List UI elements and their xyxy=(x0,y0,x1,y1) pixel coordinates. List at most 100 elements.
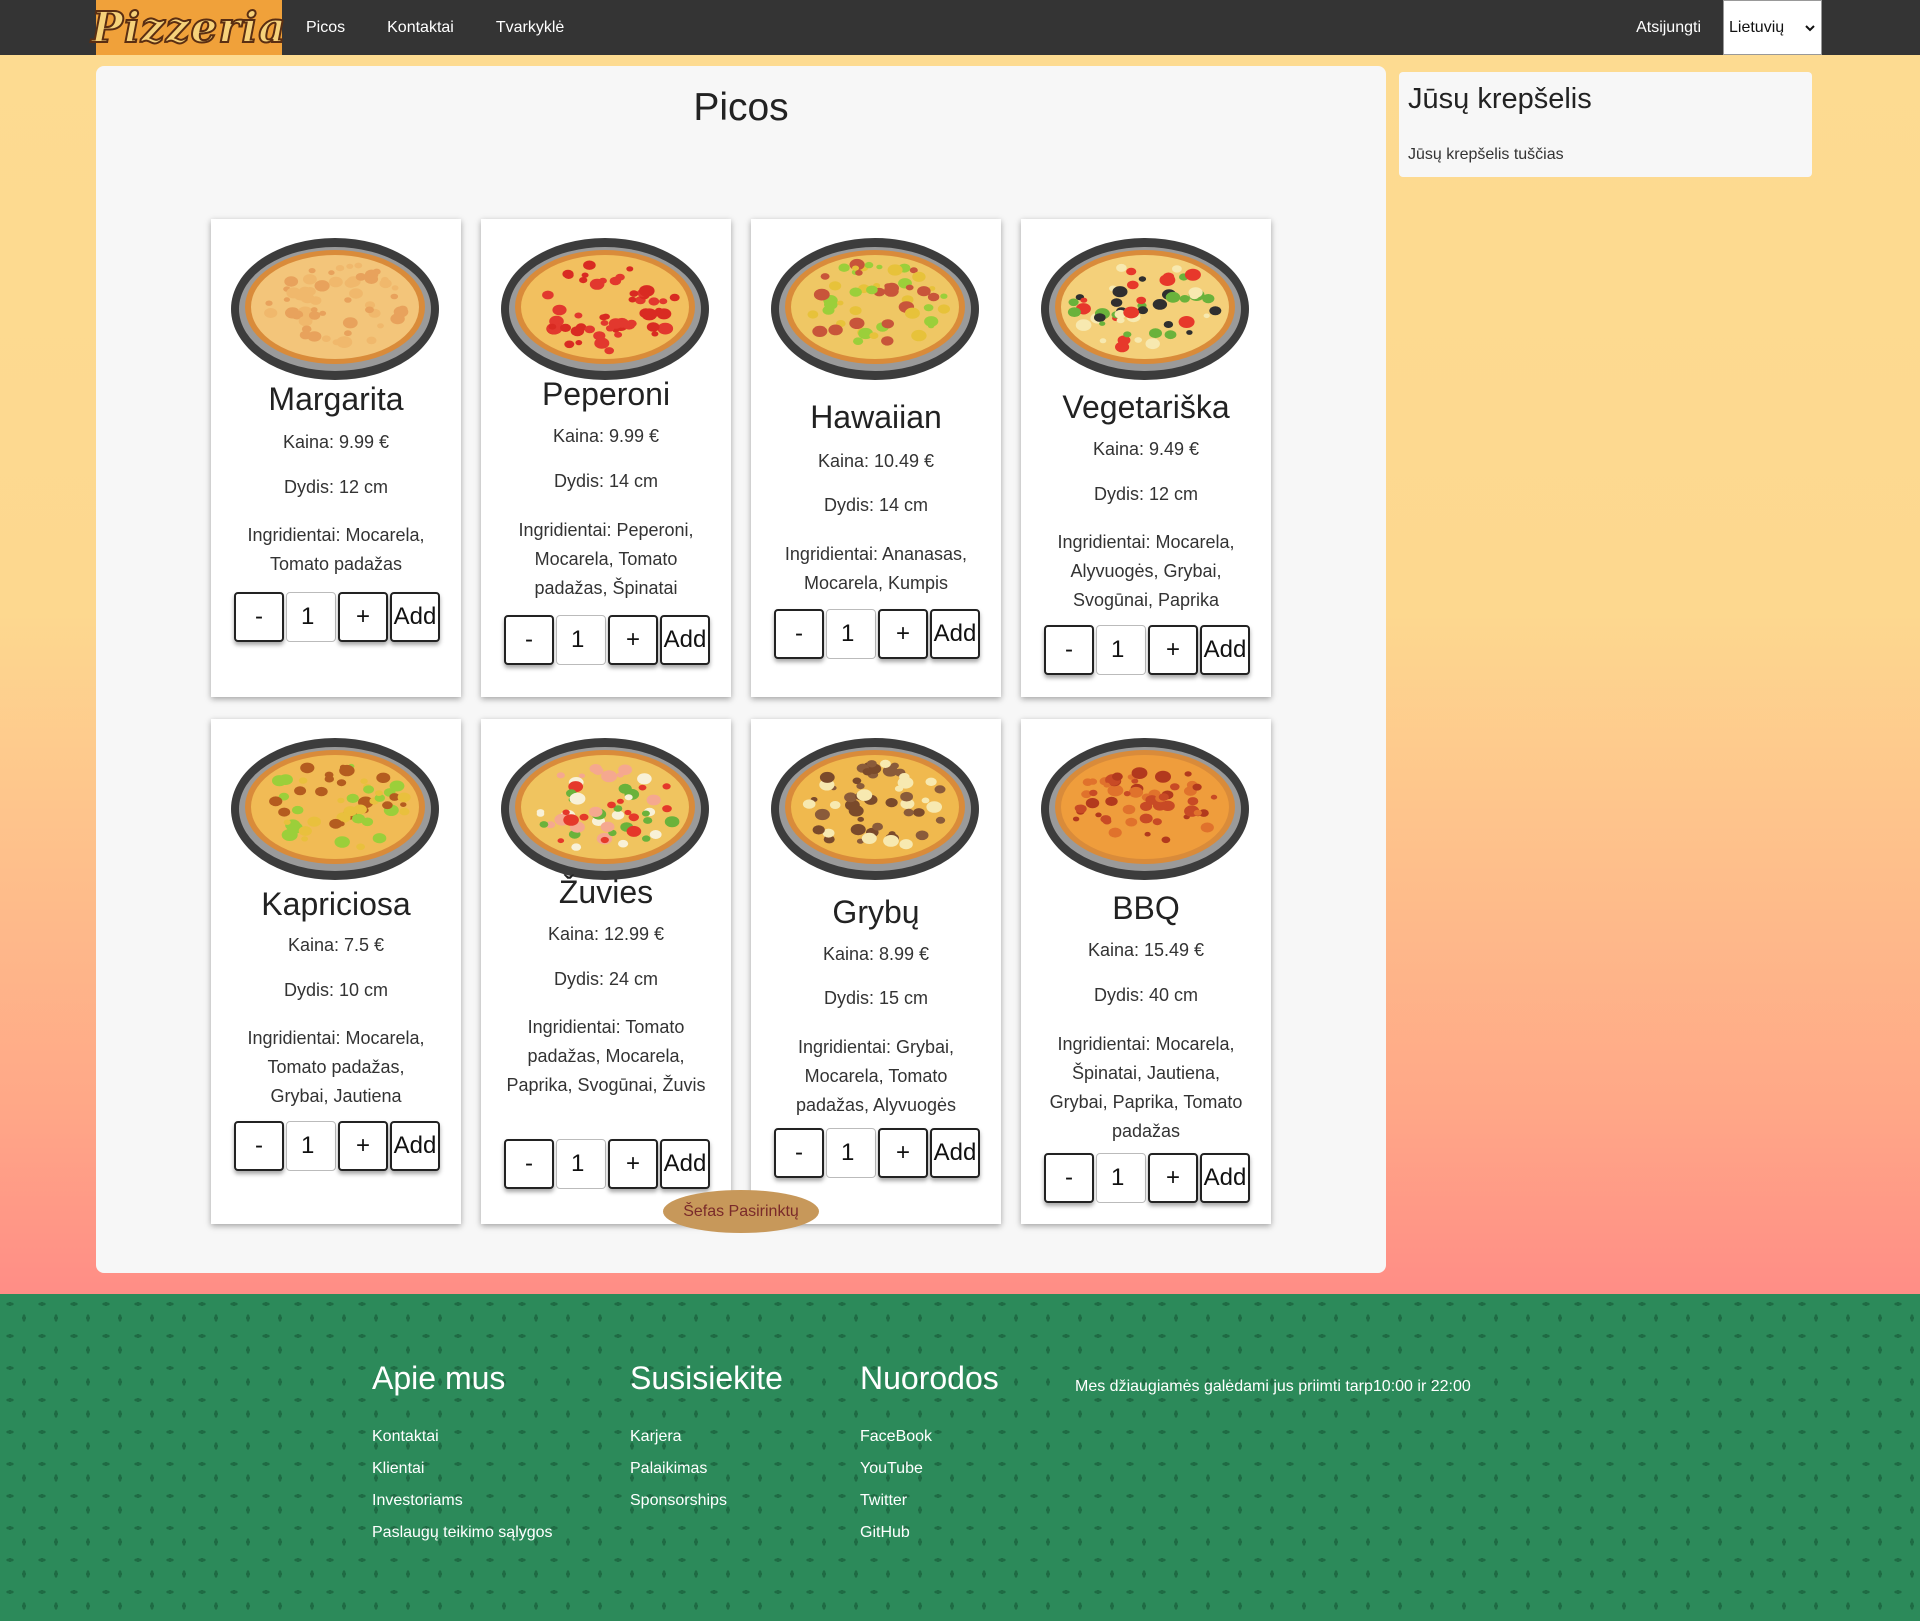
quantity-input[interactable]: 1 xyxy=(286,1121,336,1171)
pizza-size: Dydis: 14 cm xyxy=(823,495,929,515)
quantity-controls: - 1 + Add xyxy=(504,1139,710,1189)
language-select-value: Lietuvių xyxy=(1729,18,1785,36)
pizza-card: Vegetariška Kaina: 9.49 € Dydis: 12 cm I… xyxy=(1021,219,1271,697)
footer-link-investoriams[interactable]: Investoriams xyxy=(372,1492,463,1510)
pizza-image xyxy=(500,237,710,381)
nav-link-kontaktai[interactable]: Kontaktai xyxy=(366,19,475,37)
decrease-button[interactable]: - xyxy=(234,592,284,642)
pizza-card: Kapriciosa Kaina: 7.5 € Dydis: 10 cm Ing… xyxy=(211,719,461,1224)
logout-link[interactable]: Atsijungti xyxy=(1636,19,1701,37)
pizza-card: BBQ Kaina: 15.49 € Dydis: 40 cm Ingridie… xyxy=(1021,719,1271,1224)
decrease-button[interactable]: - xyxy=(1044,625,1094,675)
pizza-size: Dydis: 10 cm xyxy=(283,980,389,1000)
pizza-price: Kaina: 7.5 € xyxy=(287,935,385,955)
add-to-cart-button[interactable]: Add xyxy=(390,592,440,642)
pizza-card: Peperoni Kaina: 9.99 € Dydis: 14 cm Ingr… xyxy=(481,219,731,697)
footer-link-youtube[interactable]: YouTube xyxy=(860,1460,923,1478)
footer-link-salygos[interactable]: Paslaugų teikimo sąlygos xyxy=(372,1524,553,1542)
add-to-cart-button[interactable]: Add xyxy=(1200,1153,1250,1203)
quantity-input[interactable]: 1 xyxy=(286,592,336,642)
quantity-input[interactable]: 1 xyxy=(1096,625,1146,675)
increase-button[interactable]: + xyxy=(1148,625,1198,675)
decrease-button[interactable]: - xyxy=(234,1121,284,1171)
footer-link-sponsorships[interactable]: Sponsorships xyxy=(630,1492,727,1510)
decrease-button[interactable]: - xyxy=(774,1128,824,1178)
language-select[interactable]: Lietuvių xyxy=(1723,0,1822,55)
logo-text: Pizzeria xyxy=(90,2,287,53)
footer-link-facebook[interactable]: FaceBook xyxy=(860,1428,932,1446)
pizza-ingredients: Ingridientai: Peperoni, Mocarela, Tomato… xyxy=(518,520,694,598)
increase-button[interactable]: + xyxy=(338,1121,388,1171)
footer-link-karjera[interactable]: Karjera xyxy=(630,1428,682,1446)
increase-button[interactable]: + xyxy=(608,615,658,665)
add-to-cart-button[interactable]: Add xyxy=(660,1139,710,1189)
increase-button[interactable]: + xyxy=(338,592,388,642)
footer-link-twitter[interactable]: Twitter xyxy=(860,1492,907,1510)
pizza-size: Dydis: 12 cm xyxy=(283,477,389,497)
quantity-controls: - 1 + Add xyxy=(1044,625,1250,675)
decrease-button[interactable]: - xyxy=(504,615,554,665)
pizza-name: Margarita xyxy=(268,381,404,417)
add-to-cart-button[interactable]: Add xyxy=(1200,625,1250,675)
pizza-ingredients: Ingridientai: Mocarela, Tomato padažas, … xyxy=(247,1028,425,1106)
pizza-card: Hawaiian Kaina: 10.49 € Dydis: 14 cm Ing… xyxy=(751,219,1001,697)
footer-opening-hours: Mes džiaugiamės galėdami jus priimti tar… xyxy=(1075,1378,1471,1395)
pizza-image xyxy=(230,737,440,881)
pizza-card: Margarita Kaina: 9.99 € Dydis: 12 cm Ing… xyxy=(211,219,461,697)
decrease-button[interactable]: - xyxy=(1044,1153,1094,1203)
pizza-image xyxy=(770,237,980,381)
footer-heading-links: Nuorodos xyxy=(860,1360,999,1396)
decrease-button[interactable]: - xyxy=(504,1139,554,1189)
pizza-menu-panel: Picos Margarita Kaina: 9.99 € Dydis: 12 … xyxy=(96,66,1386,1273)
quantity-controls: - 1 + Add xyxy=(234,592,440,642)
pizza-name: Vegetariška xyxy=(1062,389,1230,425)
add-to-cart-button[interactable]: Add xyxy=(930,1128,980,1178)
footer-heading-about: Apie mus xyxy=(372,1360,506,1396)
pizza-name: Grybų xyxy=(832,894,920,930)
nav-link-tvarkykle[interactable]: Tvarkyklė xyxy=(475,19,585,37)
add-to-cart-button[interactable]: Add xyxy=(660,615,710,665)
quantity-controls: - 1 + Add xyxy=(774,1128,980,1178)
pizza-image xyxy=(1040,737,1250,881)
quantity-input[interactable]: 1 xyxy=(556,615,606,665)
pizza-name: Peperoni xyxy=(541,376,671,412)
chevron-down-icon xyxy=(1805,19,1815,37)
pizza-price: Kaina: 10.49 € xyxy=(817,451,935,471)
pizza-name: Kapriciosa xyxy=(261,886,411,922)
footer-link-github[interactable]: GitHub xyxy=(860,1524,910,1542)
quantity-input[interactable]: 1 xyxy=(826,1128,876,1178)
pizza-image xyxy=(230,237,440,381)
add-to-cart-button[interactable]: Add xyxy=(390,1121,440,1171)
footer-link-palaikimas[interactable]: Palaikimas xyxy=(630,1460,707,1478)
increase-button[interactable]: + xyxy=(608,1139,658,1189)
pizza-size: Dydis: 12 cm xyxy=(1093,484,1199,504)
pizza-size: Dydis: 40 cm xyxy=(1093,985,1199,1005)
quantity-input[interactable]: 1 xyxy=(826,609,876,659)
pizza-card: Grybų Kaina: 8.99 € Dydis: 15 cm Ingridi… xyxy=(751,719,1001,1224)
pizza-price: Kaina: 9.99 € xyxy=(282,432,390,452)
pizza-ingredients: Ingridientai: Ananasas, Mocarela, Kumpis xyxy=(784,544,968,593)
quantity-input[interactable]: 1 xyxy=(1096,1153,1146,1203)
cart-title: Jūsų krepšelis xyxy=(1408,83,1592,115)
decrease-button[interactable]: - xyxy=(774,609,824,659)
pizza-size: Dydis: 24 cm xyxy=(553,969,659,989)
quantity-input[interactable]: 1 xyxy=(556,1139,606,1189)
increase-button[interactable]: + xyxy=(878,609,928,659)
footer: Apie mus Kontaktai Klientai Investoriams… xyxy=(0,1294,1920,1621)
pizza-name: Hawaiian xyxy=(810,399,942,435)
pizzeria-logo[interactable]: Pizzeria xyxy=(90,0,287,55)
pizza-image xyxy=(500,737,710,881)
pizza-price: Kaina: 12.99 € xyxy=(547,924,665,944)
nav-link-picos[interactable]: Picos xyxy=(285,19,366,37)
chef-choice-button[interactable]: Šefas Pasirinktų xyxy=(663,1190,819,1233)
pizza-size: Dydis: 15 cm xyxy=(823,988,929,1008)
pizza-ingredients: Ingridientai: Tomato padažas, Mocarela, … xyxy=(506,1017,706,1095)
quantity-controls: - 1 + Add xyxy=(1044,1153,1250,1203)
add-to-cart-button[interactable]: Add xyxy=(930,609,980,659)
footer-link-kontaktai[interactable]: Kontaktai xyxy=(372,1428,439,1446)
pizza-ingredients: Ingridientai: Mocarela, Tomato padažas xyxy=(247,525,425,574)
nav-links: Picos Kontaktai Tvarkyklė xyxy=(285,0,585,55)
increase-button[interactable]: + xyxy=(1148,1153,1198,1203)
increase-button[interactable]: + xyxy=(878,1128,928,1178)
footer-link-klientai[interactable]: Klientai xyxy=(372,1460,424,1478)
